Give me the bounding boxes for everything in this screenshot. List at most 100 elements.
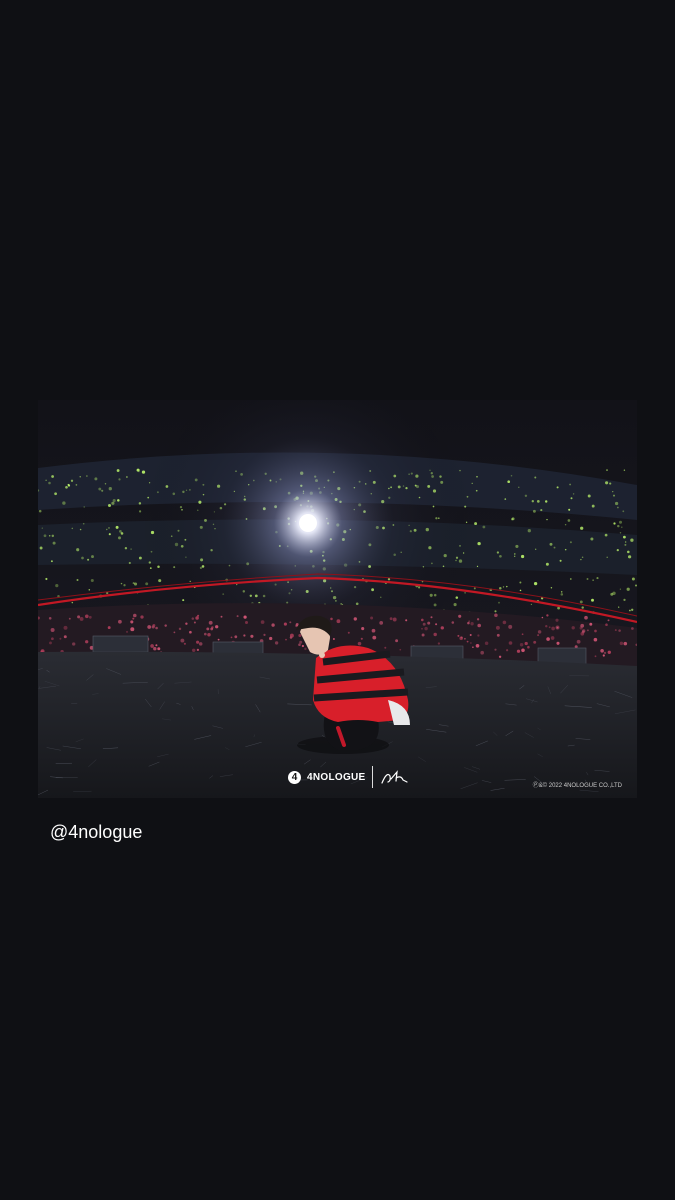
crowd-dot	[347, 631, 350, 634]
concert-photo[interactable]: 4 4NOLOGUE Ⓟ&© 2022 4NOLOGUE CO.,LTD	[38, 400, 637, 798]
crowd-dot	[155, 626, 158, 630]
crowd-dot	[470, 642, 472, 644]
crowd-dot	[516, 649, 521, 653]
crowd-dot	[48, 617, 52, 620]
crowd-dot	[508, 641, 513, 645]
crowd-dot	[533, 640, 537, 644]
crowd-dot	[467, 621, 470, 625]
crowd-dot	[283, 622, 287, 626]
crowd-dot	[130, 620, 134, 624]
crowd-dot	[427, 621, 431, 625]
crowd-dot	[150, 644, 154, 648]
crowd-dot	[466, 640, 469, 643]
crowd-dot	[85, 640, 89, 644]
crowd-dot	[537, 630, 542, 634]
crowd-dot	[521, 633, 524, 636]
crowd-dot	[155, 644, 158, 647]
crowd-dot	[571, 626, 575, 630]
crowd-dot	[152, 623, 156, 627]
crowd-dot	[527, 645, 530, 649]
crowd-dot	[330, 617, 333, 621]
crowd-dot	[51, 637, 54, 641]
crowd-dot	[576, 639, 581, 644]
credit-handle[interactable]: @4nologue	[50, 822, 142, 843]
crowd-dot	[207, 632, 211, 637]
crowd-dot	[603, 651, 607, 655]
crowd-dot	[84, 614, 89, 619]
crowd-dot	[480, 650, 485, 655]
crowd-dot	[133, 613, 137, 618]
crowd-dot	[421, 627, 423, 630]
crowd-dot	[469, 634, 472, 636]
crowd-dot	[470, 622, 474, 626]
crowd-dot	[196, 648, 200, 652]
crowd-dot	[551, 626, 555, 631]
crowd-dot	[405, 619, 408, 622]
crowd-dot	[477, 623, 482, 628]
crowd-dot	[392, 617, 397, 622]
crowd-dot	[236, 615, 239, 618]
crowd-dot	[132, 617, 135, 620]
crowd-dot	[395, 639, 399, 643]
crowd-dot	[125, 630, 129, 633]
crowd-dot	[210, 627, 214, 631]
crowd-dot	[484, 641, 489, 646]
concert-scene	[38, 400, 637, 798]
crowd-dot	[118, 619, 122, 624]
crowd-dot	[494, 648, 497, 651]
crowd-dot	[433, 632, 437, 637]
crowd-dot	[63, 635, 67, 639]
crowd-dot	[244, 620, 249, 625]
crowd-dot	[430, 616, 433, 619]
crowd-dot	[234, 635, 238, 639]
crowd-dot	[180, 638, 185, 643]
crowd-dot	[107, 626, 111, 630]
crowd-dot	[189, 630, 192, 634]
crowd-dot	[458, 614, 462, 618]
crowd-dot	[208, 620, 213, 625]
crowd-dot	[584, 615, 588, 620]
crowd-dot	[618, 629, 621, 632]
crowd-dot	[502, 620, 507, 625]
crowd-dot	[546, 637, 550, 641]
logo-divider	[371, 766, 373, 788]
crowd-dot	[476, 618, 480, 621]
crowd-dot	[191, 648, 196, 653]
crowd-dot	[63, 625, 68, 630]
crowd-dot	[524, 641, 528, 646]
crowd-dot	[198, 642, 203, 646]
crowd-dot	[495, 625, 500, 630]
crowd-dot	[353, 617, 357, 621]
crowd-dot	[619, 641, 624, 646]
crowd-dot	[586, 629, 589, 632]
crowd-dot	[614, 629, 617, 632]
crowd-dot	[285, 638, 287, 641]
crowd-dot	[389, 617, 393, 621]
crowd-dot	[541, 616, 544, 619]
crowd-dot	[475, 643, 480, 648]
crowd-dot	[440, 626, 444, 630]
crowd-dot	[437, 642, 441, 645]
copyright-text: Ⓟ&© 2022 4NOLOGUE CO.,LTD	[532, 783, 622, 789]
crowd-dot	[371, 628, 376, 633]
crowd-dot	[580, 623, 585, 628]
crowd-dot	[215, 625, 219, 629]
crowd-dot	[605, 623, 608, 626]
crowd-dot	[220, 615, 223, 618]
crowd-dot	[206, 627, 210, 631]
crowd-dot	[594, 629, 597, 633]
crowd-dot	[336, 619, 341, 624]
crowd-dot	[185, 622, 188, 625]
crowd-dot	[250, 634, 254, 638]
crowd-dot	[299, 640, 303, 644]
crowd-dot	[193, 621, 196, 624]
crowd-dot	[496, 633, 500, 637]
crowd-dot	[370, 616, 374, 620]
crowd-dot	[191, 617, 195, 620]
crowd-dot	[153, 647, 157, 651]
crowd-dot	[372, 635, 377, 640]
crowd-dot	[195, 616, 199, 620]
crowd-dot	[79, 616, 84, 621]
crowd-dot	[332, 638, 335, 640]
crowd-dot	[72, 642, 76, 646]
